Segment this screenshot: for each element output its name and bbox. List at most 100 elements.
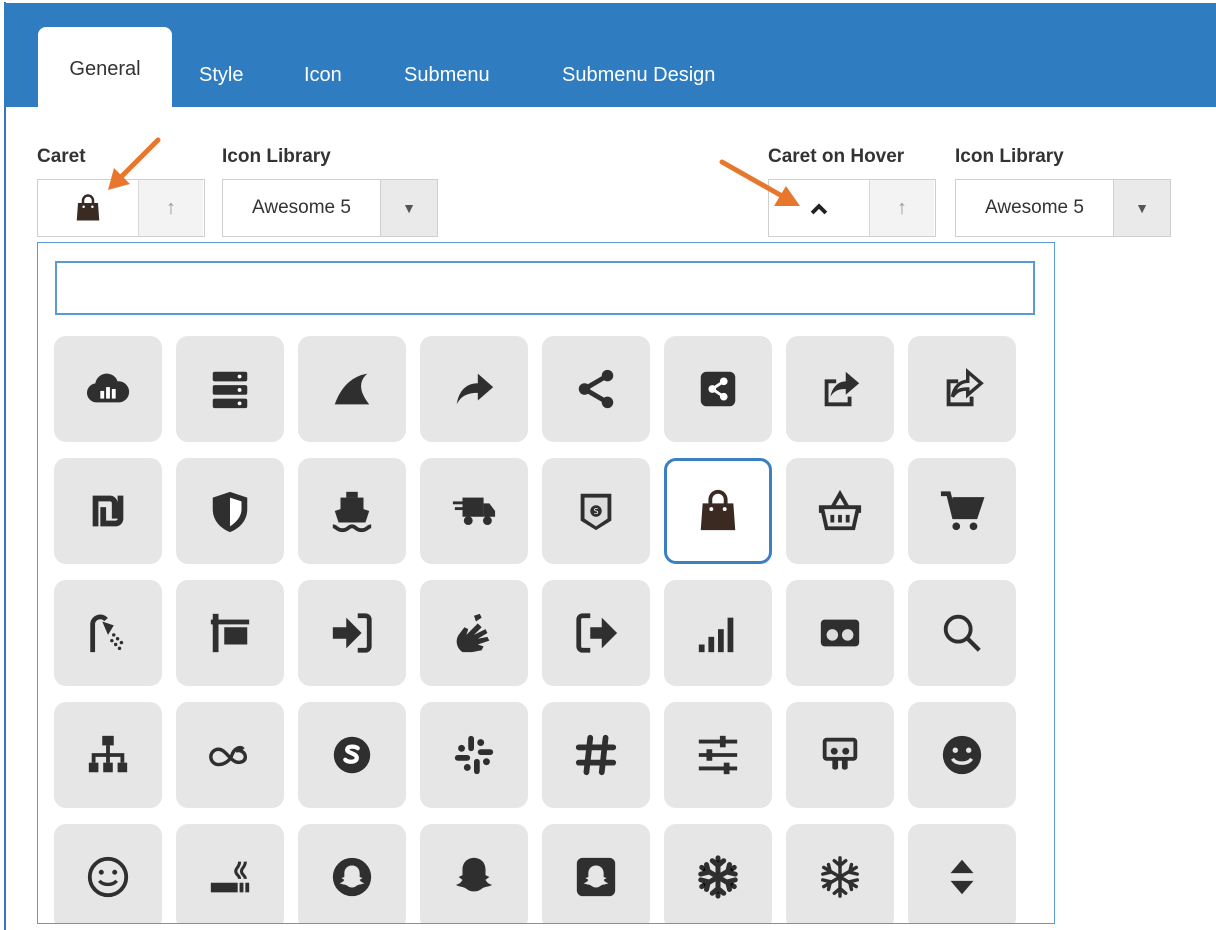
icon-cell[interactable]	[176, 458, 284, 564]
icon-cell-selected[interactable]	[664, 458, 772, 564]
signal-icon	[698, 617, 734, 653]
shopping-cart-icon	[940, 491, 985, 531]
slideshare-icon	[822, 737, 858, 770]
icon-cell[interactable]	[54, 702, 162, 808]
caret-preview[interactable]	[38, 180, 138, 236]
shopping-bag-icon	[700, 489, 736, 531]
server-icon	[212, 371, 248, 409]
snapchat-square-icon	[576, 857, 616, 897]
icon-cell[interactable]	[420, 336, 528, 442]
arrow-up-icon[interactable]: ↑	[138, 180, 203, 236]
icon-cell[interactable]	[420, 824, 528, 923]
icon-cell[interactable]	[420, 702, 528, 808]
caret-hover-label: Caret on Hover	[768, 146, 905, 167]
icon-cell[interactable]	[786, 580, 894, 686]
sign-language-icon	[456, 613, 490, 653]
snapchat-ghost-icon	[455, 857, 493, 892]
caret-picker[interactable]: ↑	[37, 179, 205, 237]
arrow-up-icon[interactable]: ↑	[869, 180, 934, 236]
icon-cell[interactable]	[298, 824, 406, 923]
icon-cell[interactable]	[298, 580, 406, 686]
chevron-up-icon	[810, 203, 828, 215]
sliders-icon	[698, 735, 738, 775]
icon-cell[interactable]	[54, 336, 162, 442]
icon-cell[interactable]	[176, 580, 284, 686]
icon-cell[interactable]	[908, 336, 1016, 442]
icon-cell[interactable]	[542, 336, 650, 442]
tab-submenu-design[interactable]: Submenu Design	[562, 43, 715, 107]
icon-cell[interactable]	[664, 580, 772, 686]
tab-label: Icon	[304, 63, 342, 86]
icon-library-label: Icon Library	[222, 146, 331, 167]
share-square-icon	[824, 371, 860, 407]
icon-cell[interactable]	[54, 458, 162, 564]
slack-hash-icon	[575, 734, 617, 776]
skype-icon	[333, 736, 371, 774]
chevron-down-icon[interactable]: ▼	[1113, 180, 1170, 236]
tab-general[interactable]: General	[38, 27, 172, 111]
icon-cell[interactable]	[176, 702, 284, 808]
tab-label: Submenu	[404, 63, 490, 86]
icon-cell[interactable]	[298, 336, 406, 442]
caret-hover-picker[interactable]: ↑	[768, 179, 936, 237]
icon-cell[interactable]	[664, 336, 772, 442]
tab-label: Submenu Design	[562, 63, 716, 86]
icon-cell[interactable]	[176, 336, 284, 442]
icon-cell[interactable]	[908, 702, 1016, 808]
icon-cell[interactable]	[176, 824, 284, 923]
icon-cell[interactable]	[664, 824, 772, 923]
shower-icon	[90, 614, 124, 653]
smoking-icon	[210, 861, 250, 893]
sign-icon	[210, 613, 250, 653]
icon-cell[interactable]	[908, 580, 1016, 686]
icon-library-label: Icon Library	[955, 146, 1064, 167]
tab-style[interactable]: Style	[199, 43, 243, 107]
share-square-outline-icon	[946, 367, 984, 407]
icon-cell[interactable]	[786, 702, 894, 808]
tab-label: General	[69, 57, 141, 80]
shipping-fast-icon	[452, 497, 496, 525]
icon-cell[interactable]	[664, 702, 772, 808]
caret-hover-preview[interactable]	[769, 180, 869, 236]
caret-label: Caret	[37, 146, 86, 167]
snowflake-outline-icon	[821, 856, 859, 898]
icon-library-value: Awesome 5	[985, 197, 1084, 218]
snowflake-icon	[698, 855, 738, 899]
sign-out-icon	[576, 613, 618, 653]
snapchat-icon	[332, 857, 372, 897]
share-alt-icon	[578, 369, 614, 409]
icon-library-value: Awesome 5	[252, 197, 351, 218]
icon-cell[interactable]	[908, 824, 1016, 923]
icon-cell[interactable]	[908, 458, 1016, 564]
tab-submenu[interactable]: Submenu	[404, 43, 490, 107]
share-alt-square-icon	[700, 371, 736, 407]
icon-cell[interactable]	[786, 458, 894, 564]
tab-icon[interactable]: Icon	[304, 43, 342, 107]
icon-library-select[interactable]: Awesome 5 ▼	[222, 179, 438, 237]
icon-cell[interactable]	[298, 458, 406, 564]
smile-icon	[942, 735, 982, 775]
icon-picker-dropdown: S	[37, 242, 1055, 924]
icon-cell[interactable]	[298, 702, 406, 808]
tab-bar: General Style Icon Submenu Submenu Desig…	[6, 3, 1216, 111]
icon-cell[interactable]	[542, 580, 650, 686]
icon-library-select[interactable]: Awesome 5 ▼	[955, 179, 1171, 237]
skyatlas-icon	[209, 746, 248, 767]
simplybuilt-icon	[820, 619, 860, 647]
icon-cell[interactable]	[542, 702, 650, 808]
icon-cell[interactable]	[54, 580, 162, 686]
icon-cell[interactable]	[786, 336, 894, 442]
shark-fin-icon	[334, 373, 370, 405]
icon-cell[interactable]	[420, 580, 528, 686]
icon-search-input[interactable]	[55, 261, 1035, 315]
shopping-bag-icon	[76, 194, 100, 221]
shield-icon	[212, 491, 248, 533]
icon-cell[interactable]: S	[542, 458, 650, 564]
chevron-down-icon[interactable]: ▼	[380, 180, 437, 236]
icon-cell[interactable]	[420, 458, 528, 564]
icon-cell[interactable]	[786, 824, 894, 923]
smile-outline-icon	[87, 856, 129, 898]
sitemap-icon	[88, 735, 128, 773]
icon-cell[interactable]	[542, 824, 650, 923]
icon-cell[interactable]	[54, 824, 162, 923]
